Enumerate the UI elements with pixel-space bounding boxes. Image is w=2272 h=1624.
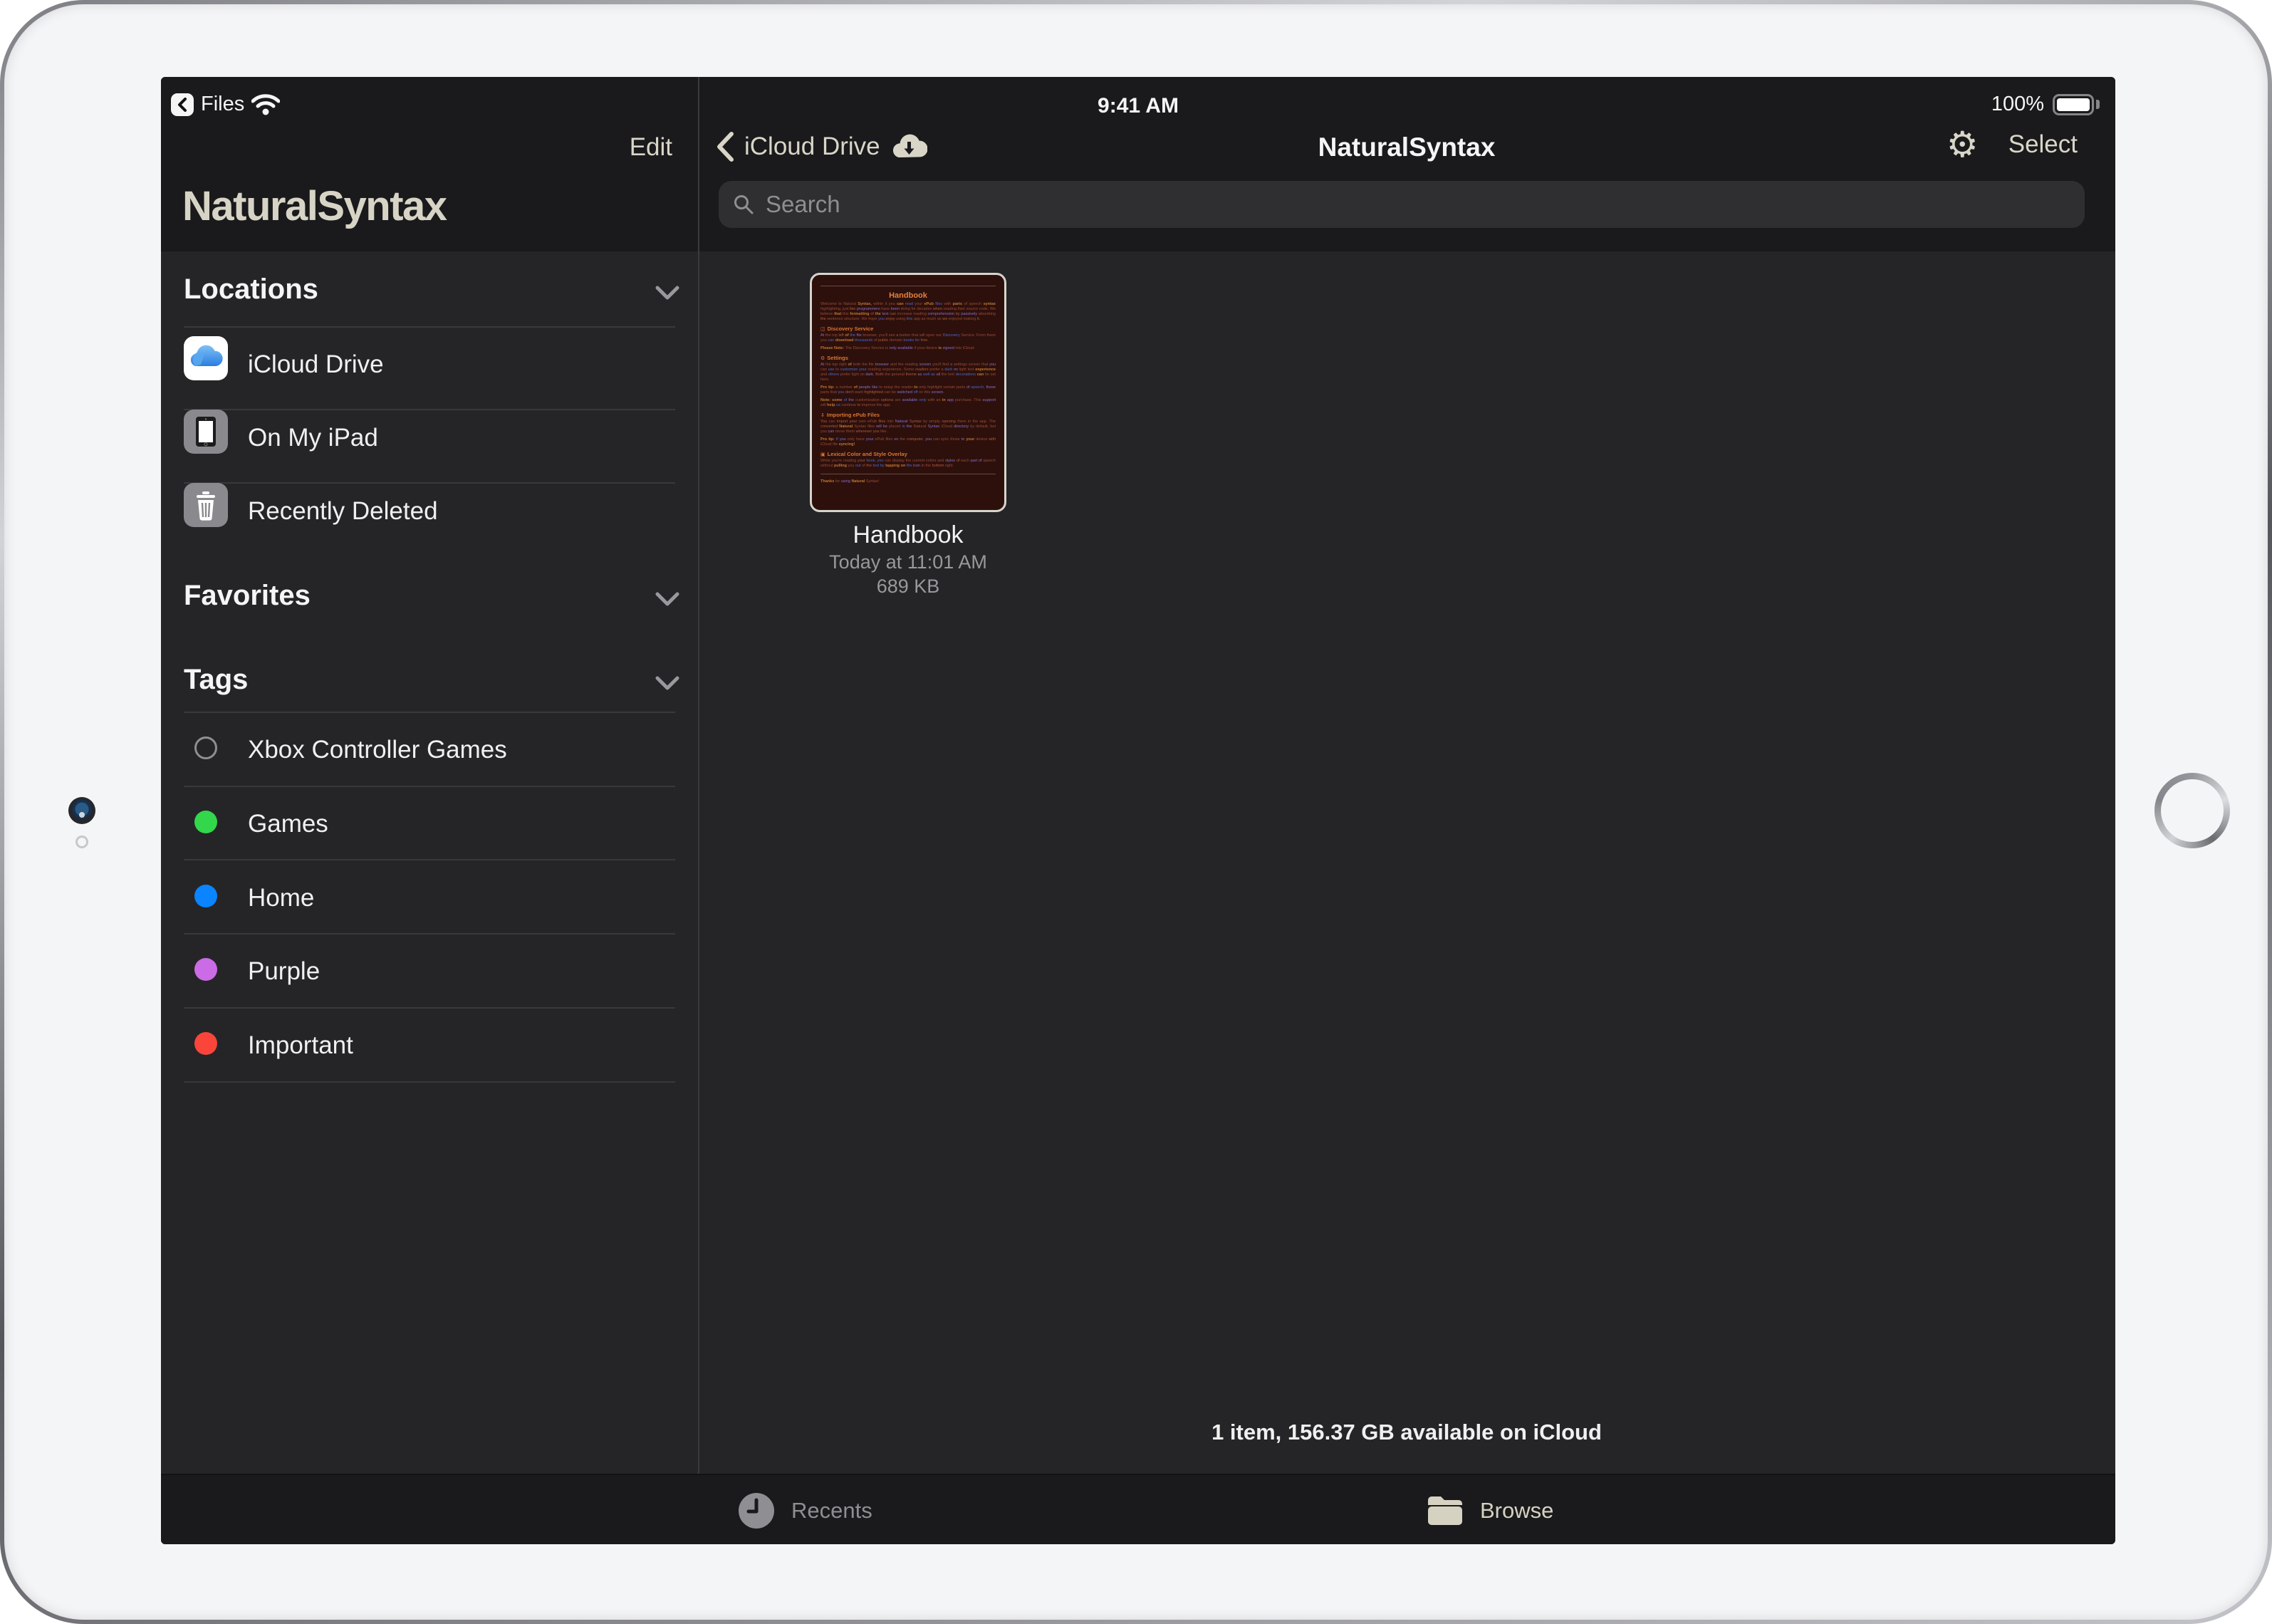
divider — [184, 482, 675, 484]
doc-p: You can import your own ePub files into … — [820, 420, 996, 434]
divider — [184, 409, 675, 410]
edit-button[interactable]: Edit — [161, 133, 672, 162]
screen: Files 9:41 AM 100% Edit NaturalSyntax Lo… — [161, 77, 2115, 1544]
search-placeholder: Search — [766, 191, 840, 218]
doc-p: Please Note: The Discovery Service is on… — [820, 346, 996, 351]
front-camera-glint — [79, 812, 85, 818]
tag-circle-important — [194, 1032, 217, 1055]
divider — [184, 933, 675, 935]
status-bar-right: 100% — [1991, 93, 2100, 116]
section-header-locations[interactable]: Locations — [184, 274, 318, 306]
tab-browse[interactable]: Browse — [1426, 1475, 1553, 1544]
search-icon — [733, 194, 754, 215]
sidebar-item-tag-xbox[interactable]: Xbox Controller Games — [248, 736, 507, 764]
doc-p: Pro tip: If you only have your ePub file… — [820, 437, 996, 447]
page-title: NaturalSyntax — [698, 132, 2115, 162]
items-status-text: 1 item, 156.37 GB available on iCloud — [698, 1420, 2115, 1445]
status-bar-clock: 9:41 AM — [161, 94, 2115, 118]
sidebar-item-on-my-ipad[interactable]: On My iPad — [248, 424, 378, 452]
ipad-icon[interactable] — [184, 410, 228, 454]
sidebar-app-title: NaturalSyntax — [182, 182, 447, 230]
doc-p: At the top left of the file browser, you… — [820, 333, 996, 343]
trash-icon[interactable] — [184, 483, 228, 527]
sidebar-item-tag-purple[interactable]: Purple — [248, 957, 320, 986]
doc-p: While you're reading your book, you can … — [820, 459, 996, 469]
battery-nub — [2096, 100, 2100, 109]
doc-h: ⇩Importing ePub Files — [820, 412, 996, 418]
file-size: 689 KB — [810, 576, 1006, 598]
doc-section-icon: ⚙ — [820, 356, 825, 361]
divider — [184, 1007, 675, 1009]
nav-actions: ⚙ Select — [1947, 127, 2078, 162]
divider — [184, 326, 675, 328]
doc-h: ⚙Settings — [820, 355, 996, 361]
doc-p: Pro tip: a number of people like to setu… — [820, 385, 996, 395]
icloud-drive-icon[interactable] — [184, 336, 228, 380]
file-modified-date: Today at 11:01 AM — [810, 551, 1006, 573]
file-thumbnail-handbook[interactable]: Handbook Welcome to Natural Syntax, withi… — [810, 273, 1006, 512]
sidebar-divider — [698, 77, 699, 1474]
section-header-favorites[interactable]: Favorites — [184, 580, 311, 612]
ambient-light-sensor — [75, 836, 88, 848]
tab-browse-label: Browse — [1480, 1498, 1553, 1524]
chevron-down-icon[interactable] — [655, 675, 679, 691]
select-button[interactable]: Select — [2008, 130, 2078, 159]
doc-section-icon: ⇩ — [820, 413, 825, 418]
tag-circle-games — [194, 811, 217, 833]
divider — [184, 786, 675, 787]
clock-icon — [737, 1492, 776, 1530]
tab-recents-label: Recents — [791, 1498, 872, 1524]
sidebar-item-recently-deleted[interactable]: Recently Deleted — [248, 497, 438, 526]
tag-circle-purple — [194, 958, 217, 981]
file-name[interactable]: Handbook — [810, 521, 1006, 549]
sidebar-item-icloud-drive[interactable]: iCloud Drive — [248, 350, 384, 379]
doc-section-icon: ▣ — [820, 452, 825, 457]
divider — [184, 859, 675, 860]
doc-h: ◫Discovery Service — [820, 326, 996, 332]
ipad-device-frame: Files 9:41 AM 100% Edit NaturalSyntax Lo… — [0, 0, 2272, 1624]
chevron-down-icon[interactable] — [655, 591, 679, 607]
doc-section-icon: ◫ — [820, 327, 825, 332]
home-button[interactable] — [2154, 773, 2230, 848]
sidebar-item-tag-home[interactable]: Home — [248, 884, 314, 912]
doc-p: At the top right of both the file browse… — [820, 363, 996, 382]
tab-bar: Recents Browse — [161, 1474, 2115, 1544]
section-header-tags[interactable]: Tags — [184, 664, 248, 696]
chevron-down-icon[interactable] — [655, 285, 679, 301]
tab-recents[interactable]: Recents — [737, 1475, 872, 1544]
sidebar-item-tag-important[interactable]: Important — [248, 1031, 353, 1060]
folder-icon — [1426, 1494, 1464, 1527]
divider — [184, 1081, 675, 1083]
gear-icon[interactable]: ⚙ — [1947, 127, 1979, 162]
sidebar-item-tag-games[interactable]: Games — [248, 810, 328, 838]
tag-circle-home — [194, 885, 217, 907]
tag-circle-xbox — [194, 736, 217, 759]
doc-h: ▣Lexical Color and Style Overlay — [820, 451, 996, 457]
doc-p: Thanks for using Natural Syntax! — [820, 479, 996, 484]
doc-p: Welcome to Natural Syntax, within it you… — [820, 302, 996, 322]
search-input[interactable]: Search — [719, 181, 2085, 228]
divider — [184, 712, 675, 713]
doc-p: Note: some of the customization options … — [820, 398, 996, 408]
screenshot-stage: { "status_bar": { "back_app": "Files", "… — [0, 0, 2272, 1624]
doc-title: Handbook — [820, 291, 996, 300]
battery-percent-label: 100% — [1991, 93, 2044, 116]
front-camera — [68, 797, 95, 824]
battery-icon — [2053, 94, 2094, 115]
